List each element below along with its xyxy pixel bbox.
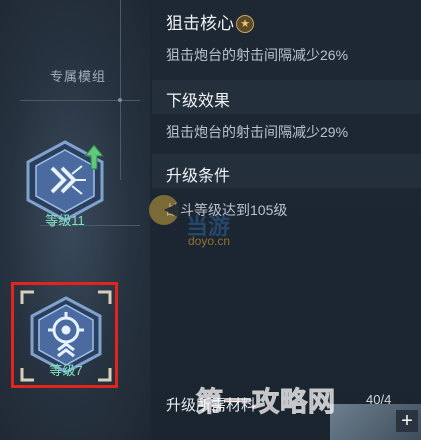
divider-line	[120, 0, 121, 180]
next-level-effect-text: 狙击炮台的射击间隔减少29%	[166, 124, 349, 140]
module-title-text: 狙击核心	[166, 14, 234, 33]
module-item-level-11[interactable]: 等级11	[22, 138, 108, 228]
current-effect-text: 狙击炮台的射击间隔减少26%	[166, 47, 349, 63]
material-count: 40/4	[366, 392, 392, 407]
decor-dot	[118, 98, 122, 102]
module-title: 狙击核心 ★	[166, 9, 254, 34]
star-badge-icon: ★	[236, 15, 254, 33]
upgrade-condition-heading: 升级条件	[166, 168, 231, 185]
divider-line	[20, 100, 140, 101]
add-material-button[interactable]: +	[396, 410, 418, 432]
brand-watermark: 第一攻略网	[196, 387, 336, 418]
site-logo-icon	[149, 195, 180, 225]
next-level-heading: 下级效果	[166, 93, 231, 110]
module-section-label: 专属模组	[50, 69, 107, 84]
site-url-text: doyo.cn	[188, 234, 231, 248]
module-level-label: 等级11	[45, 213, 85, 228]
selection-highlight	[11, 282, 118, 388]
up-arrow-icon	[84, 144, 104, 170]
